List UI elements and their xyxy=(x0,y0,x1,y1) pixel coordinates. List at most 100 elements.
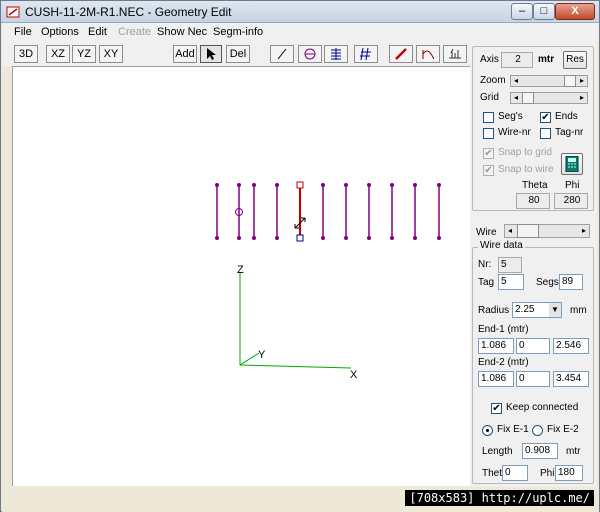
menu-options[interactable]: Options xyxy=(41,26,79,38)
ends-checkbox[interactable]: ✔ xyxy=(540,112,551,123)
pen-tool[interactable] xyxy=(389,45,413,63)
wire-end-top[interactable] xyxy=(321,183,325,187)
wire-nr-checkbox-label: Wire-nr xyxy=(498,127,531,138)
zoom-slider-thumb[interactable] xyxy=(564,75,576,87)
theta2-label: Thet xyxy=(482,468,503,479)
snap-to-wire-checkbox[interactable]: ✔ xyxy=(483,165,494,176)
length-input[interactable]: 0.908 xyxy=(522,443,558,459)
ground-tool[interactable] xyxy=(443,45,467,63)
wire-right-arrow-icon[interactable]: ▸ xyxy=(579,226,589,236)
toolbar: 3D XZ YZ XY Add Del xyxy=(2,42,470,66)
view-xz-button[interactable]: XZ xyxy=(46,45,70,63)
wire-end-top[interactable] xyxy=(437,183,441,187)
wire-end-bottom[interactable] xyxy=(321,236,325,240)
maximize-button[interactable]: □ xyxy=(533,3,555,20)
menu-create[interactable]: Create xyxy=(118,26,151,38)
tag-input[interactable]: 5 xyxy=(498,274,524,290)
theta2-input[interactable]: 0 xyxy=(502,465,528,481)
wire-end-bottom[interactable] xyxy=(215,236,219,240)
grid-wires-tool[interactable] xyxy=(354,45,378,63)
x-axis-line xyxy=(239,364,352,369)
axis-value-field[interactable]: 2 xyxy=(501,52,533,68)
menu-edit[interactable]: Edit xyxy=(88,26,107,38)
select-pointer-button[interactable] xyxy=(200,45,222,63)
res-button[interactable]: Res xyxy=(563,51,587,69)
view-3d-button[interactable]: 3D xyxy=(14,45,38,63)
curve-tool[interactable] xyxy=(416,45,440,63)
wire-end-top[interactable] xyxy=(296,181,304,189)
arrow-pointer-icon xyxy=(207,48,216,60)
wire-end-bottom[interactable] xyxy=(367,236,371,240)
wire-end-top[interactable] xyxy=(237,183,241,187)
circle-tool[interactable] xyxy=(298,45,322,63)
wire-end-bottom[interactable] xyxy=(390,236,394,240)
minimize-button[interactable]: – xyxy=(511,3,533,20)
wire-end-bottom[interactable] xyxy=(275,236,279,240)
phi-label: Phi xyxy=(565,180,580,191)
zoom-label: Zoom xyxy=(480,75,506,86)
zoom-left-arrow-icon[interactable]: ◂ xyxy=(511,76,521,86)
wire-end-top[interactable] xyxy=(390,183,394,187)
add-button[interactable]: Add xyxy=(173,45,197,63)
wire-left-arrow-icon[interactable]: ◂ xyxy=(505,226,515,236)
view-xy-button[interactable]: XY xyxy=(99,45,123,63)
end2-z-input[interactable]: 3.454 xyxy=(553,371,589,387)
draw-wire-tool[interactable] xyxy=(270,45,294,63)
wire-slider-thumb[interactable] xyxy=(517,224,539,238)
view-yz-button[interactable]: YZ xyxy=(72,45,96,63)
segs-checkbox[interactable] xyxy=(483,112,494,123)
end1-label: End-1 (mtr) xyxy=(478,324,529,335)
wire-selector-slider[interactable]: ◂ ▸ xyxy=(504,224,590,238)
zoom-right-arrow-icon[interactable]: ▸ xyxy=(577,76,587,86)
wire-nr-checkbox[interactable] xyxy=(483,128,494,139)
title-bar[interactable]: CUSH-11-2M-R1.NEC - Geometry Edit – □ X xyxy=(1,1,599,23)
ground-icon xyxy=(449,48,461,59)
segs-input[interactable]: 89 xyxy=(559,274,583,290)
keep-connected-checkbox[interactable]: ✔ xyxy=(491,403,502,414)
grid-right-arrow-icon[interactable]: ▸ xyxy=(577,93,587,103)
end1-x-input[interactable]: 1.086 xyxy=(478,338,514,354)
wire-end-top[interactable] xyxy=(275,183,279,187)
geometry-drawing[interactable]: Z Y X xyxy=(13,67,471,487)
geometry-canvas[interactable]: Z Y X xyxy=(12,66,470,486)
menu-segm-info[interactable]: Segm-info xyxy=(213,26,263,38)
end2-y-input[interactable]: 0 xyxy=(516,371,550,387)
grid-slider[interactable]: ◂ ▸ xyxy=(510,92,588,104)
end1-y-input[interactable]: 0 xyxy=(516,338,550,354)
fix-e2-radio[interactable] xyxy=(532,425,543,436)
menu-bar: File Options Edit Create Show Nec Segm-i… xyxy=(2,23,599,42)
wire-label: Wire xyxy=(476,227,497,238)
phi-value-field[interactable]: 280 xyxy=(554,193,588,209)
wire-end-top[interactable] xyxy=(252,183,256,187)
wire-end-bottom[interactable] xyxy=(437,236,441,240)
phi2-input[interactable]: 180 xyxy=(555,465,583,481)
wire-end-top[interactable] xyxy=(413,183,417,187)
geometry-edit-window: CUSH-11-2M-R1.NEC - Geometry Edit – □ X … xyxy=(0,0,600,512)
wire-end-bottom[interactable] xyxy=(237,236,241,240)
wire-end-top[interactable] xyxy=(215,183,219,187)
end2-x-input[interactable]: 1.086 xyxy=(478,371,514,387)
fix-e1-radio[interactable] xyxy=(482,425,493,436)
zoom-slider[interactable]: ◂ ▸ xyxy=(510,75,588,87)
delete-button[interactable]: Del xyxy=(226,45,250,63)
nr-value-field[interactable]: 5 xyxy=(498,257,522,273)
wire-end-bottom[interactable] xyxy=(296,234,304,242)
wire-end-bottom[interactable] xyxy=(413,236,417,240)
wire-end-top[interactable] xyxy=(367,183,371,187)
grid-left-arrow-icon[interactable]: ◂ xyxy=(511,93,521,103)
dropdown-arrow-icon[interactable]: ▼ xyxy=(549,303,561,317)
end1-z-input[interactable]: 2.546 xyxy=(553,338,589,354)
menu-file[interactable]: File xyxy=(14,26,32,38)
menu-show-nec[interactable]: Show Nec xyxy=(157,26,207,38)
close-button[interactable]: X xyxy=(555,3,595,20)
radius-select[interactable]: 2.25 ▼ xyxy=(512,302,562,318)
calculator-button[interactable] xyxy=(561,153,583,175)
helix-tool[interactable] xyxy=(324,45,348,63)
wire-end-bottom[interactable] xyxy=(344,236,348,240)
wire-end-top[interactable] xyxy=(344,183,348,187)
theta-value-field[interactable]: 80 xyxy=(516,193,550,209)
wire-end-bottom[interactable] xyxy=(252,236,256,240)
grid-slider-thumb[interactable] xyxy=(522,92,534,104)
tag-nr-checkbox[interactable] xyxy=(540,128,551,139)
snap-to-grid-checkbox[interactable]: ✔ xyxy=(483,148,494,159)
